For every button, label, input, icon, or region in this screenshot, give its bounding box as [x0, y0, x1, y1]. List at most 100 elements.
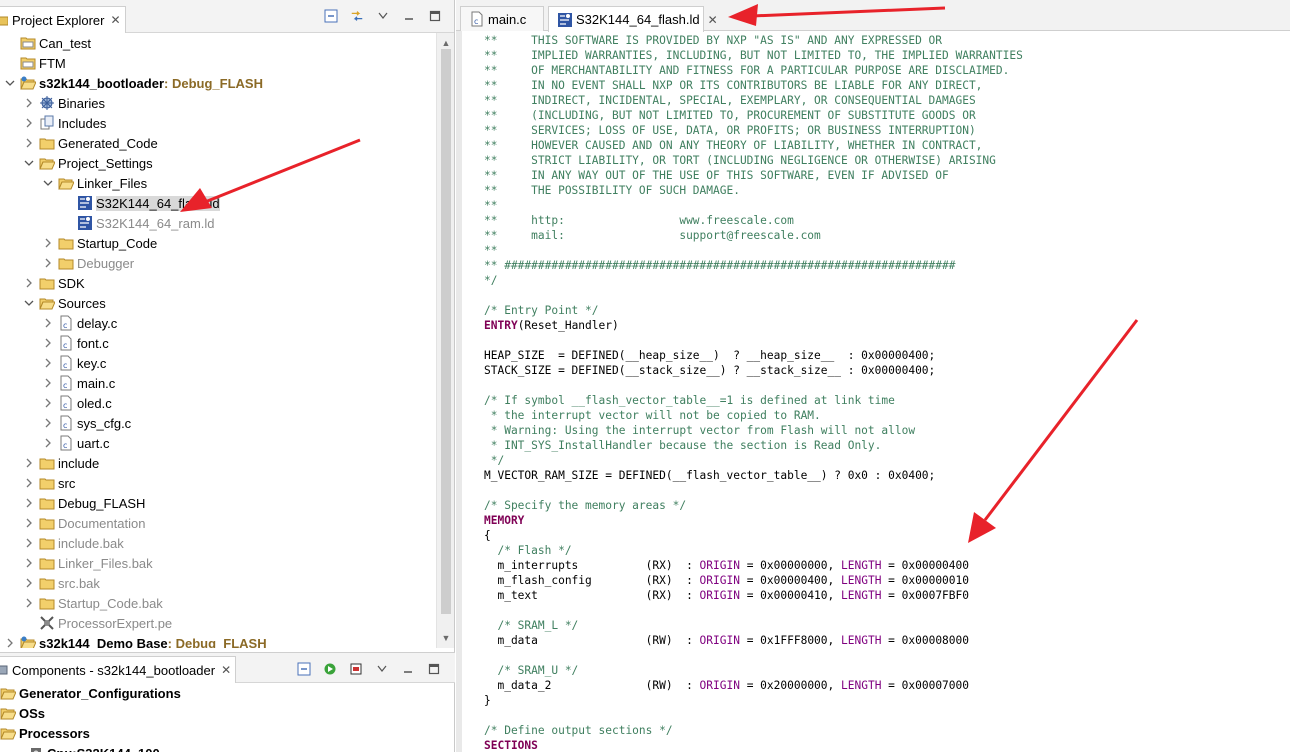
- tree-item[interactable]: Can_test: [0, 33, 91, 53]
- chevron-down-icon[interactable]: [42, 177, 54, 189]
- chevron-right-icon[interactable]: [23, 577, 35, 589]
- chevron-right-icon[interactable]: [23, 117, 35, 129]
- tree-item[interactable]: c oled.c: [0, 393, 112, 413]
- tree-item[interactable]: include: [0, 453, 99, 473]
- chevron-right-icon[interactable]: [23, 277, 35, 289]
- code-attribute: ORIGIN: [699, 634, 740, 647]
- chevron-right-icon[interactable]: [23, 97, 35, 109]
- tree-item[interactable]: s32k144_Demo Base: Debug_FLASH: [0, 633, 267, 648]
- tab-components[interactable]: Components - s32k144_bootloader ✕: [0, 656, 237, 683]
- tree-item[interactable]: c main.c: [0, 373, 115, 393]
- tree-item[interactable]: S32K144_64_flash.ld: [0, 193, 220, 213]
- view-toolbar: [324, 9, 442, 23]
- chevron-down-icon[interactable]: [23, 157, 35, 169]
- tree-item[interactable]: S32K144_64_ram.ld: [0, 213, 215, 233]
- tree-item[interactable]: FTM: [0, 53, 66, 73]
- chevron-right-icon[interactable]: [23, 537, 35, 549]
- editor-body[interactable]: ** THIS SOFTWARE IS PROVIDED BY NXP "AS …: [456, 31, 1290, 752]
- chevron-right-icon[interactable]: [23, 497, 35, 509]
- folder-icon: [39, 475, 55, 491]
- editor-tab-active[interactable]: S32K144_64_flash.ld ✕: [548, 6, 718, 32]
- scroll-down-icon[interactable]: ▼: [437, 630, 455, 646]
- maximize-icon[interactable]: [427, 662, 441, 676]
- close-icon[interactable]: ✕: [221, 663, 231, 677]
- chevron-right-icon[interactable]: [42, 317, 54, 329]
- code-line: /* SRAM_L */: [484, 618, 1023, 633]
- close-icon[interactable]: ✕: [708, 13, 718, 27]
- minimize-icon[interactable]: [402, 9, 416, 23]
- tree-item[interactable]: s32k144_bootloader: Debug_FLASH: [0, 73, 263, 93]
- tree-item[interactable]: Binaries: [0, 93, 105, 113]
- tree-item[interactable]: Debug_FLASH: [0, 493, 145, 513]
- tree-item[interactable]: SDK: [0, 273, 85, 293]
- chevron-right-icon[interactable]: [42, 237, 54, 249]
- chevron-right-icon[interactable]: [42, 377, 54, 389]
- chevron-right-icon[interactable]: [42, 257, 54, 269]
- scroll-thumb[interactable]: [441, 49, 451, 614]
- left-pane: Project Explorer ✕ Can_test FTM s32k144_bo…: [0, 0, 455, 752]
- tree-item[interactable]: c font.c: [0, 333, 109, 353]
- component-item[interactable]: Generator_Configurations: [0, 683, 181, 703]
- maximize-icon[interactable]: [428, 9, 442, 23]
- tree-item[interactable]: c delay.c: [0, 313, 117, 333]
- chevron-right-icon[interactable]: [23, 597, 35, 609]
- tree-item-label: Startup_Code.bak: [58, 595, 163, 611]
- link-with-editor-icon[interactable]: [350, 9, 364, 23]
- tree-item[interactable]: ProcessorExpert.pe: [0, 613, 172, 633]
- collapse-all-icon[interactable]: [297, 662, 311, 676]
- code-text[interactable]: ** THIS SOFTWARE IS PROVIDED BY NXP "AS …: [484, 33, 1023, 752]
- tab-project-explorer[interactable]: Project Explorer ✕: [0, 6, 126, 33]
- editor-tab[interactable]: c main.c: [460, 6, 544, 31]
- chevron-right-icon[interactable]: [23, 457, 35, 469]
- tree-item[interactable]: src.bak: [0, 573, 100, 593]
- tree-item[interactable]: Includes: [0, 113, 106, 133]
- code-comment: */: [484, 274, 498, 287]
- component-item[interactable]: Cpu:S32K144_100: [0, 743, 160, 752]
- project-tree-scrollbar[interactable]: ▲ ▼: [436, 33, 454, 648]
- close-icon[interactable]: ✕: [110, 13, 120, 27]
- tree-item[interactable]: Sources: [0, 293, 106, 313]
- tree-item[interactable]: src: [0, 473, 75, 493]
- components-tabbar: Components - s32k144_bootloader ✕: [0, 653, 455, 683]
- view-menu-icon[interactable]: [375, 662, 389, 676]
- tree-item-label: Debugger: [77, 255, 135, 271]
- chevron-right-icon[interactable]: [42, 337, 54, 349]
- tree-item[interactable]: Linker_Files: [0, 173, 147, 193]
- chevron-right-icon[interactable]: [42, 417, 54, 429]
- collapse-all-icon[interactable]: [324, 9, 338, 23]
- chevron-right-icon[interactable]: [23, 137, 35, 149]
- chevron-right-icon[interactable]: [42, 437, 54, 449]
- component-item[interactable]: OSs: [0, 703, 45, 723]
- tree-item[interactable]: Startup_Code: [0, 233, 157, 253]
- tree-item[interactable]: Documentation: [0, 513, 145, 533]
- chevron-down-icon[interactable]: [23, 297, 35, 309]
- chevron-right-icon[interactable]: [4, 637, 16, 648]
- code-line: m_data (RW) : ORIGIN = 0x1FFF8000, LENGT…: [484, 633, 1023, 648]
- import-component-icon[interactable]: [349, 662, 363, 676]
- components-tree: Generator_Configurations OSs Processors Cpu…: [0, 683, 455, 752]
- tree-item[interactable]: Linker_Files.bak: [0, 553, 153, 573]
- minimize-icon[interactable]: [401, 662, 415, 676]
- chevron-right-icon[interactable]: [42, 357, 54, 369]
- tree-item[interactable]: Generated_Code: [0, 133, 158, 153]
- chevron-right-icon[interactable]: [42, 397, 54, 409]
- tree-item[interactable]: Debugger: [0, 253, 134, 273]
- generate-code-icon[interactable]: [323, 662, 337, 676]
- tree-item[interactable]: c key.c: [0, 353, 106, 373]
- code-line: * INT_SYS_InstallHandler because the sec…: [484, 438, 1023, 453]
- tree-item[interactable]: Project_Settings: [0, 153, 153, 173]
- tree-item[interactable]: Startup_Code.bak: [0, 593, 163, 613]
- chevron-right-icon[interactable]: [23, 477, 35, 489]
- tree-item[interactable]: c sys_cfg.c: [0, 413, 131, 433]
- chevron-right-icon[interactable]: [23, 557, 35, 569]
- code-line: /* SRAM_U */: [484, 663, 1023, 678]
- chevron-down-icon[interactable]: [4, 77, 16, 89]
- view-menu-icon[interactable]: [376, 9, 390, 23]
- tree-item-label: Sources: [58, 295, 106, 311]
- tree-item-label: Includes: [58, 115, 107, 131]
- chevron-right-icon[interactable]: [23, 517, 35, 529]
- component-item[interactable]: Processors: [0, 723, 90, 743]
- tree-item[interactable]: c uart.c: [0, 433, 110, 453]
- svg-text:c: c: [63, 361, 67, 370]
- tree-item[interactable]: include.bak: [0, 533, 124, 553]
